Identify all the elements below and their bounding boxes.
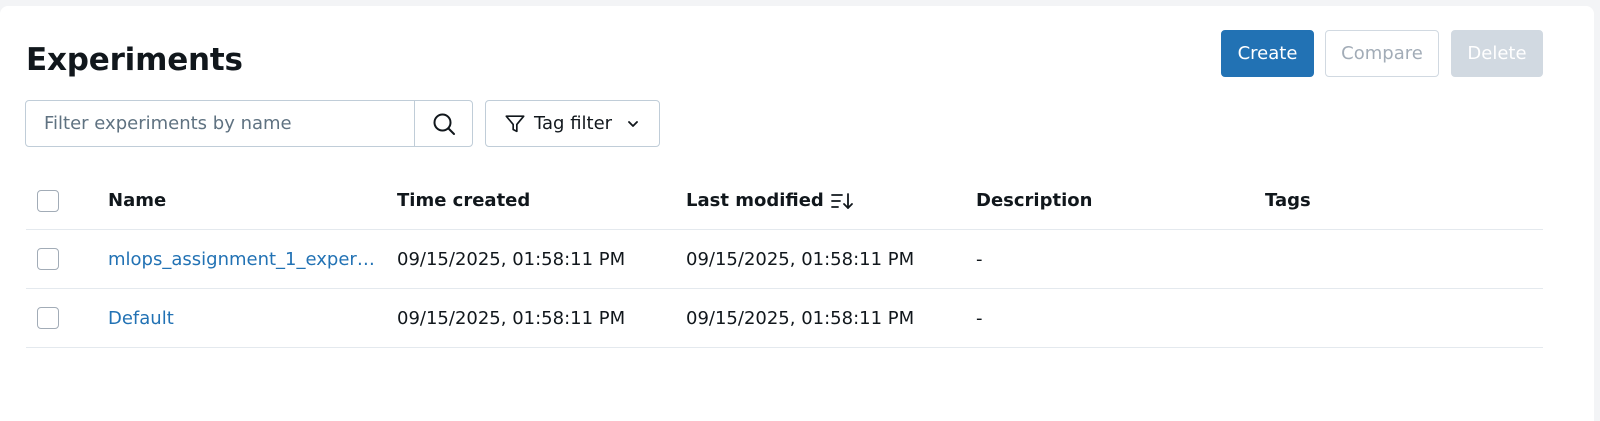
tags-cell xyxy=(1265,289,1525,347)
page-title: Experiments xyxy=(26,42,243,78)
experiments-table: Name Time created Last modified Descript… xyxy=(26,172,1543,348)
last-modified-cell: 09/15/2025, 01:58:11 PM xyxy=(686,248,915,270)
table-row: mlops_assignment_1_experim... 09/15/2025… xyxy=(26,230,1543,289)
column-header-last-modified-label: Last modified xyxy=(686,190,824,211)
experiment-name-link[interactable]: Default xyxy=(108,308,174,329)
chevron-down-icon xyxy=(626,117,640,131)
experiment-name-link[interactable]: mlops_assignment_1_experim... xyxy=(108,249,376,270)
sort-descending-icon[interactable] xyxy=(830,190,854,212)
tag-filter-dropdown[interactable]: Tag filter xyxy=(485,100,660,147)
table-header-row: Name Time created Last modified Descript… xyxy=(26,172,1543,230)
row-checkbox[interactable] xyxy=(37,307,59,329)
column-header-description: Description xyxy=(976,190,1093,211)
time-created-cell: 09/15/2025, 01:58:11 PM xyxy=(397,307,626,329)
row-checkbox[interactable] xyxy=(37,248,59,270)
description-cell: - xyxy=(976,248,983,270)
select-all-checkbox[interactable] xyxy=(37,189,59,212)
create-button[interactable]: Create xyxy=(1221,30,1314,77)
search-icon xyxy=(432,112,456,136)
tags-cell xyxy=(1265,230,1525,288)
column-header-tags: Tags xyxy=(1265,190,1311,211)
experiments-panel: Experiments Create Compare Delete Tag fi… xyxy=(0,6,1594,421)
description-cell: - xyxy=(976,307,983,329)
column-header-name[interactable]: Name xyxy=(108,172,376,229)
column-header-last-modified[interactable]: Last modified xyxy=(686,172,956,229)
time-created-cell: 09/15/2025, 01:58:11 PM xyxy=(397,248,626,270)
search-button[interactable] xyxy=(414,100,473,147)
tag-filter-label: Tag filter xyxy=(534,113,613,134)
last-modified-cell: 09/15/2025, 01:58:11 PM xyxy=(686,307,915,329)
delete-button[interactable]: Delete xyxy=(1451,30,1543,77)
filter-icon xyxy=(504,113,526,135)
table-row: Default 09/15/2025, 01:58:11 PM 09/15/20… xyxy=(26,289,1543,348)
search-input[interactable] xyxy=(25,100,415,147)
compare-button[interactable]: Compare xyxy=(1325,30,1439,77)
column-header-time-created[interactable]: Time created xyxy=(397,172,667,229)
